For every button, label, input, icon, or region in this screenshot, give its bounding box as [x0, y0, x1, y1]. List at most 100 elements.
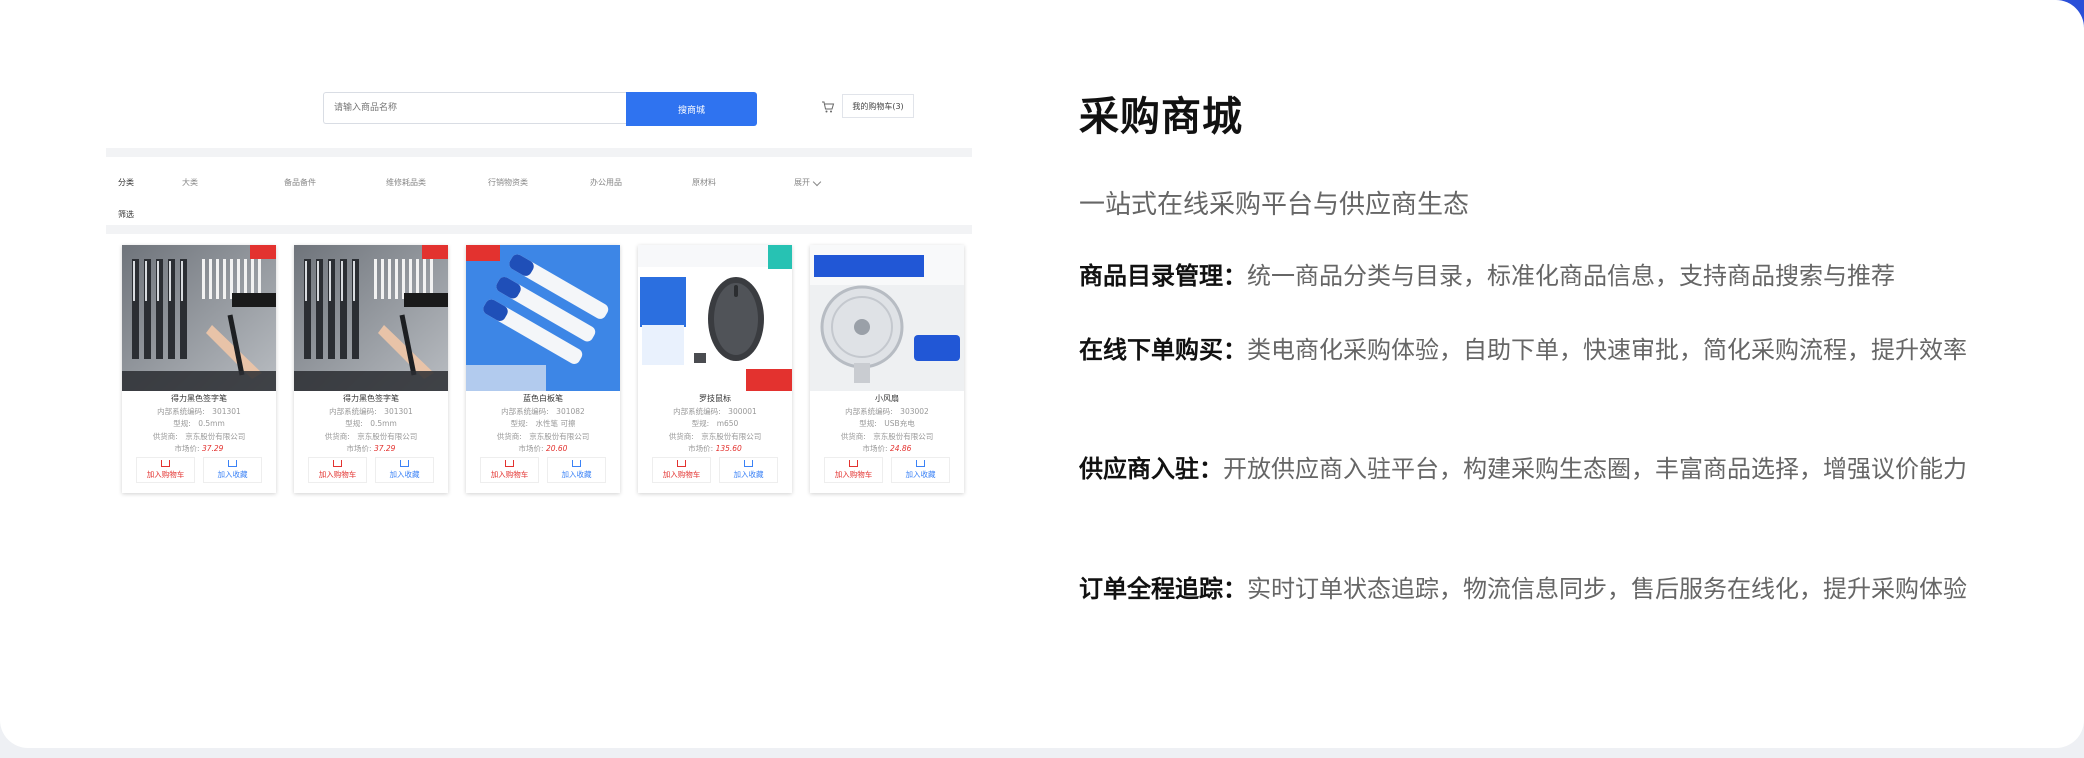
- product-spec: 型规: 0.5mm: [345, 419, 397, 428]
- cart-icon[interactable]: [821, 100, 835, 114]
- feature-desc: 统一商品分类与目录，标准化商品信息，支持商品搜索与推荐: [1247, 262, 1895, 290]
- product-price-row: 市场价: 20.60: [466, 443, 620, 456]
- product-actions: 加入购物车 加入收藏: [824, 457, 950, 483]
- product-card[interactable]: 得力黑色签字笔 内部系统编码: 301301 型规: 0.5mm 供货商: 京东…: [294, 245, 448, 493]
- product-image: [638, 245, 792, 391]
- product-actions: 加入购物车 加入收藏: [136, 457, 262, 483]
- product-actions: 加入购物车 加入收藏: [652, 457, 778, 483]
- expand-label: 展开: [794, 177, 810, 187]
- category-option[interactable]: 办公用品: [590, 177, 692, 188]
- product-name[interactable]: 小风扇: [810, 393, 964, 406]
- product-spec: 型规: m650: [691, 419, 739, 428]
- add-to-cart-label: 加入购物车: [662, 470, 701, 479]
- product-supplier: 供货商: 京东股份有限公司: [152, 431, 246, 441]
- page-title: 采购商城: [1079, 94, 1243, 140]
- feature-item: 在线下单购买：类电商化采购体验，自助下单，快速审批，简化采购流程，提升效率: [1079, 328, 1984, 373]
- add-to-cart-button[interactable]: 加入购物车: [308, 457, 367, 483]
- product-price: 20.60: [545, 444, 568, 453]
- product-image: [294, 245, 448, 391]
- category-label: 分类: [118, 177, 134, 187]
- category-option[interactable]: 维修耗品类: [386, 177, 488, 188]
- product-price-row: 市场价: 37.29: [122, 443, 276, 456]
- product-info: 得力黑色签字笔 内部系统编码: 301301 型规: 0.5mm 供货商: 京东…: [122, 391, 276, 456]
- price-label: 市场价:: [346, 444, 372, 453]
- product-info: 罗技鼠标 内部系统编码: 300001 型规: m650 供货商: 京东股份有限…: [638, 391, 792, 456]
- cart-icon: [849, 460, 858, 467]
- add-to-favorites-label: 加入收藏: [389, 470, 420, 479]
- product-code: 内部系统编码: 300001: [673, 406, 757, 416]
- page-subtitle: 一站式在线采购平台与供应商生态: [1079, 190, 1470, 220]
- cart-icon: [572, 460, 581, 467]
- price-label: 市场价:: [174, 444, 200, 453]
- product-card[interactable]: 罗技鼠标 内部系统编码: 300001 型规: m650 供货商: 京东股份有限…: [638, 245, 792, 493]
- cart-icon: [161, 460, 170, 467]
- product-price: 24.86: [889, 444, 912, 453]
- screen-row: 筛选: [118, 205, 182, 223]
- add-to-favorites-button[interactable]: 加入收藏: [547, 457, 606, 483]
- price-label: 市场价:: [688, 444, 714, 453]
- feature-desc: 类电商化采购体验，自助下单，快速审批，简化采购流程，提升效率: [1247, 336, 1967, 364]
- feature-title: 订单全程追踪：: [1079, 575, 1247, 603]
- add-to-cart-button[interactable]: 加入购物车: [480, 457, 539, 483]
- product-image: [122, 245, 276, 391]
- add-to-cart-button[interactable]: 加入购物车: [824, 457, 883, 483]
- feature-desc: 实时订单状态追踪，物流信息同步，售后服务在线化，提升采购体验: [1247, 575, 1967, 603]
- add-to-favorites-button[interactable]: 加入收藏: [375, 457, 434, 483]
- product-code: 内部系统编码: 301082: [501, 406, 585, 416]
- add-to-favorites-label: 加入收藏: [561, 470, 592, 479]
- product-card[interactable]: 小风扇 内部系统编码: 303002 型规: USB充电 供货商: 京东股份有限…: [810, 245, 964, 493]
- product-supplier: 供货商: 京东股份有限公司: [840, 431, 934, 441]
- category-option[interactable]: 行销物资类: [488, 177, 590, 188]
- product-card[interactable]: 蓝色白板笔 内部系统编码: 301082 型规: 水性笔 可擦 供货商: 京东股…: [466, 245, 620, 493]
- product-card[interactable]: 得力黑色签字笔 内部系统编码: 301301 型规: 0.5mm 供货商: 京东…: [122, 245, 276, 493]
- cart-icon: [916, 460, 925, 467]
- cart-icon: [400, 460, 409, 467]
- product-price: 37.29: [373, 444, 396, 453]
- cart-icon: [505, 460, 514, 467]
- product-actions: 加入购物车 加入收藏: [480, 457, 606, 483]
- product-name[interactable]: 得力黑色签字笔: [122, 393, 276, 406]
- add-to-cart-label: 加入购物车: [834, 470, 873, 479]
- add-to-favorites-label: 加入收藏: [733, 470, 764, 479]
- product-price: 37.29: [201, 444, 224, 453]
- add-to-cart-button[interactable]: 加入购物车: [652, 457, 711, 483]
- add-to-favorites-button[interactable]: 加入收藏: [891, 457, 950, 483]
- category-option[interactable]: 备品备件: [284, 177, 386, 188]
- cart-icon: [677, 460, 686, 467]
- product-code: 内部系统编码: 303002: [845, 406, 929, 416]
- filter-area: 分类 大类 备品备件 维修耗品类 行销物资类 办公用品 原材料 展开 筛选: [106, 148, 972, 234]
- product-price-row: 市场价: 37.29: [294, 443, 448, 456]
- feature-title: 商品目录管理：: [1079, 262, 1247, 290]
- product-name[interactable]: 罗技鼠标: [638, 393, 792, 406]
- price-label: 市场价:: [518, 444, 544, 453]
- add-to-cart-label: 加入购物车: [146, 470, 185, 479]
- product-spec: 型规: 水性笔 可擦: [510, 419, 576, 428]
- product-price-row: 市场价: 135.60: [638, 443, 792, 456]
- product-image: [810, 245, 964, 391]
- price-label: 市场价:: [862, 444, 888, 453]
- slide-frame: 搜商城 我的购物车(3) 分类 大类 备品备件 维修耗品类 行销物资类 办公用品…: [0, 0, 2084, 748]
- feature-title: 供应商入驻：: [1079, 455, 1223, 483]
- search-button[interactable]: 搜商城: [626, 92, 757, 126]
- chevron-down-icon: [812, 177, 822, 186]
- add-to-cart-button[interactable]: 加入购物车: [136, 457, 195, 483]
- product-name[interactable]: 得力黑色签字笔: [294, 393, 448, 406]
- feature-item: 商品目录管理：统一商品分类与目录，标准化商品信息，支持商品搜索与推荐: [1079, 254, 1984, 299]
- mall-screenshot: 搜商城 我的购物车(3) 分类 大类 备品备件 维修耗品类 行销物资类 办公用品…: [106, 80, 972, 520]
- my-cart-button[interactable]: 我的购物车(3): [842, 94, 914, 118]
- product-supplier: 供货商: 京东股份有限公司: [668, 431, 762, 441]
- expand-toggle[interactable]: 展开: [794, 177, 896, 188]
- cart-icon: [333, 460, 342, 467]
- search-bar: 搜商城: [323, 92, 757, 126]
- category-option[interactable]: 原材料: [692, 177, 794, 188]
- product-code: 内部系统编码: 301301: [329, 406, 413, 416]
- category-option[interactable]: 大类: [182, 177, 284, 188]
- search-input[interactable]: [323, 92, 626, 124]
- product-grid: 得力黑色签字笔 内部系统编码: 301301 型规: 0.5mm 供货商: 京东…: [116, 245, 966, 495]
- product-info: 蓝色白板笔 内部系统编码: 301082 型规: 水性笔 可擦 供货商: 京东股…: [466, 391, 620, 456]
- add-to-favorites-button[interactable]: 加入收藏: [719, 457, 778, 483]
- feature-title: 在线下单购买：: [1079, 336, 1247, 364]
- product-name[interactable]: 蓝色白板笔: [466, 393, 620, 406]
- add-to-favorites-button[interactable]: 加入收藏: [203, 457, 262, 483]
- screen-label: 筛选: [118, 209, 134, 219]
